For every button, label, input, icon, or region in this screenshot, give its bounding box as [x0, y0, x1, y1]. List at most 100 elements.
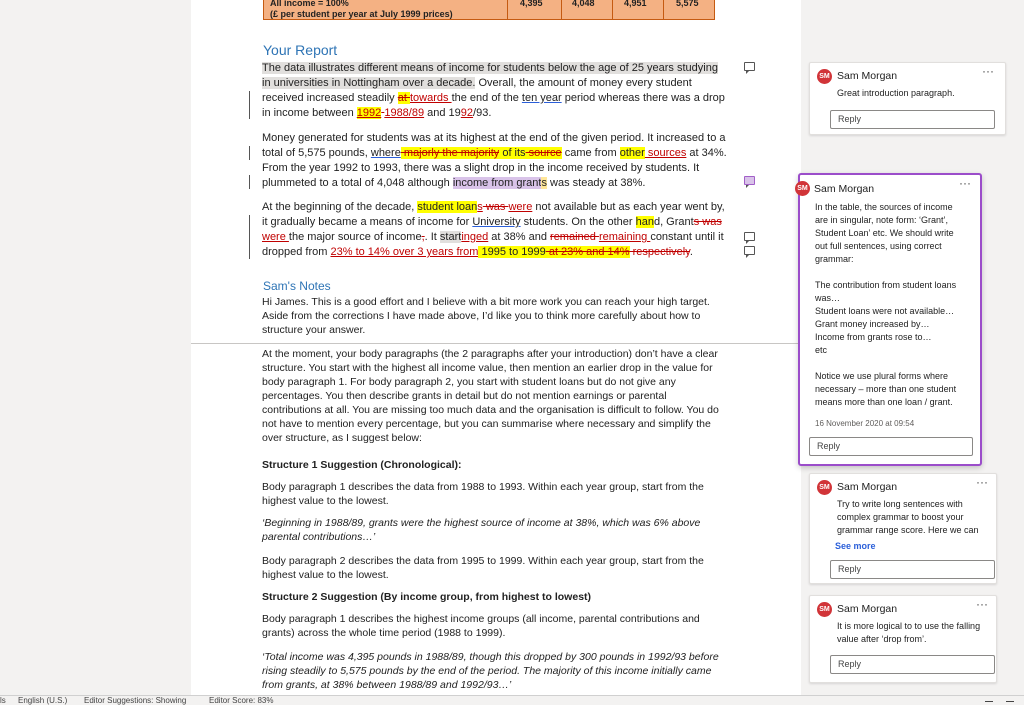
- deleted-text[interactable]: source: [525, 147, 562, 159]
- highlighted-text[interactable]: 1995 to 1999: [478, 246, 546, 258]
- report-paragraph-2[interactable]: Money generated for students was at its …: [262, 131, 728, 191]
- comment-author: Sam Morgan: [814, 183, 875, 195]
- inserted-text[interactable]: remaining: [599, 231, 650, 243]
- zoom-out-icon[interactable]: [985, 701, 993, 702]
- inserted-text[interactable]: 92: [461, 107, 473, 119]
- table-cell: 4,395: [520, 0, 543, 8]
- text-run: at 38% and: [488, 231, 551, 243]
- structure-2-title: Structure 2 Suggestion (By income group,…: [262, 591, 592, 603]
- inserted-text[interactable]: to 14% over 3 years from: [353, 246, 479, 258]
- comment-spacer: [815, 266, 977, 279]
- highlighted-text[interactable]: han: [635, 216, 654, 228]
- change-bar: [249, 215, 250, 259]
- comment-line: Try to write long sentences with: [837, 499, 963, 509]
- highlighted-text[interactable]: 1992: [356, 107, 382, 119]
- comment-text: It is more logical to to use the falling…: [837, 620, 980, 646]
- editor-flag[interactable]: where: [371, 147, 401, 159]
- change-bar: [249, 91, 250, 119]
- comment-anchor-icon[interactable]: [744, 62, 755, 74]
- reply-input[interactable]: Reply: [830, 655, 995, 674]
- see-more-link[interactable]: See more: [835, 541, 876, 551]
- text-run: .: [689, 246, 693, 258]
- comment-card[interactable]: SM Sam Morgan ··· Try to write long sent…: [809, 473, 997, 584]
- table-cell: 4,951: [624, 0, 647, 8]
- text-run: students. On the other: [520, 216, 636, 228]
- structure-2-paragraph: Body paragraph 1 describes the highest i…: [262, 613, 700, 639]
- inserted-text[interactable]: 1988/89: [384, 107, 424, 119]
- avatar: SM: [817, 602, 832, 617]
- status-language[interactable]: English (U.S.): [18, 697, 67, 705]
- comment-line: was…: [815, 293, 841, 303]
- deleted-text[interactable]: majorly the majority: [400, 147, 500, 159]
- notes-body: At the moment, your body paragraphs (the…: [262, 348, 719, 444]
- inserted-text[interactable]: were: [262, 231, 289, 243]
- inserted-text[interactable]: towards: [410, 92, 452, 104]
- deleted-text[interactable]: was: [483, 201, 509, 213]
- report-paragraph-3[interactable]: At the beginning of the decade, student …: [262, 200, 728, 260]
- comment-line: are in singular, note form: ‘Grant’,: [815, 215, 949, 225]
- editor-flag[interactable]: University: [472, 216, 520, 228]
- inserted-text[interactable]: sources: [645, 147, 687, 159]
- deleted-text[interactable]: at 23% and 14%: [545, 246, 630, 258]
- highlighted-text[interactable]: student loan: [417, 201, 478, 213]
- inserted-text[interactable]: were: [508, 201, 532, 213]
- selected-text[interactable]: start: [439, 231, 462, 243]
- comment-line: It is more logical to to use the falling: [837, 621, 981, 631]
- editor-flag[interactable]: ten year: [522, 92, 562, 104]
- deleted-text[interactable]: s was: [694, 216, 722, 228]
- notes-intro: Hi James. This is a good effort and I be…: [262, 296, 710, 336]
- comment-line: In the table, the sources of income: [815, 202, 953, 212]
- status-editor-suggestions[interactable]: Editor Suggestions: Showing: [84, 697, 186, 705]
- zoom-slider-icon[interactable]: [1006, 701, 1014, 702]
- comment-line: value after ‘drop from’.: [837, 634, 927, 644]
- text-run: d, Grant: [653, 216, 694, 228]
- comment-line: complex grammar to boost your: [837, 512, 964, 522]
- more-options-icon[interactable]: ···: [976, 598, 988, 610]
- text-run: /93.: [473, 107, 492, 119]
- document-canvas: All income = 100% (£ per student per yea…: [0, 0, 1024, 695]
- avatar: SM: [817, 480, 832, 495]
- table-cell: 4,048: [572, 0, 595, 8]
- inserted-text[interactable]: inged: [461, 231, 488, 243]
- comment-line: means more than one loan / grant.: [815, 397, 953, 407]
- table-divider: [561, 0, 562, 20]
- structure-1-title: Structure 1 Suggestion (Chronological):: [262, 459, 462, 471]
- report-paragraph-1[interactable]: The data illustrates different means of …: [262, 61, 728, 121]
- comment-line: Grant money increased by…: [815, 319, 930, 329]
- more-options-icon[interactable]: ···: [976, 476, 988, 488]
- change-bar: [249, 175, 250, 189]
- comment-author: Sam Morgan: [837, 603, 898, 615]
- status-editor-score[interactable]: Editor Score: 83%: [209, 697, 273, 705]
- comment-line: Income from grants rose to…: [815, 332, 932, 342]
- more-options-icon[interactable]: ···: [982, 65, 994, 77]
- deleted-text[interactable]: at: [397, 92, 410, 104]
- comment-anchor-icon[interactable]: [744, 232, 755, 244]
- comment-card[interactable]: SM Sam Morgan ··· Great introduction par…: [809, 62, 1006, 135]
- income-table-fragment: All income = 100% (£ per student per yea…: [263, 0, 715, 20]
- reply-input[interactable]: Reply: [830, 560, 995, 579]
- notes-heading: Sam's Notes: [263, 279, 331, 293]
- reply-input[interactable]: Reply: [830, 110, 995, 129]
- text-run: was steady at 38%.: [546, 177, 646, 189]
- comment-card-selected[interactable]: SM Sam Morgan ··· In the table, the sour…: [795, 173, 982, 466]
- comment-card[interactable]: SM Sam Morgan ··· It is more logical to …: [809, 595, 997, 683]
- reply-input[interactable]: Reply: [809, 437, 973, 456]
- comment-author: Sam Morgan: [837, 481, 898, 493]
- highlighted-text[interactable]: other: [619, 147, 645, 159]
- comment-text: Great introduction paragraph.: [837, 88, 955, 98]
- status-words[interactable]: ls: [0, 697, 6, 705]
- more-options-icon[interactable]: ···: [959, 177, 971, 189]
- comment-anchor-icon[interactable]: [744, 246, 755, 258]
- inserted-text[interactable]: 23%: [330, 246, 352, 258]
- text-run: and 19: [424, 107, 461, 119]
- comment-line: grammar range score. Here we can: [837, 525, 979, 535]
- table-cell: All income = 100%: [270, 0, 349, 8]
- commented-text[interactable]: income from grant: [452, 177, 542, 189]
- table-divider: [612, 0, 613, 20]
- comment-anchor-icon[interactable]: [744, 176, 755, 188]
- comment-line: grammar:: [815, 254, 854, 264]
- highlighted-text[interactable]: of its: [499, 147, 526, 159]
- text-run: the end of the: [451, 92, 522, 104]
- deleted-text[interactable]: remained: [550, 231, 599, 243]
- deleted-text[interactable]: respectively: [630, 246, 690, 258]
